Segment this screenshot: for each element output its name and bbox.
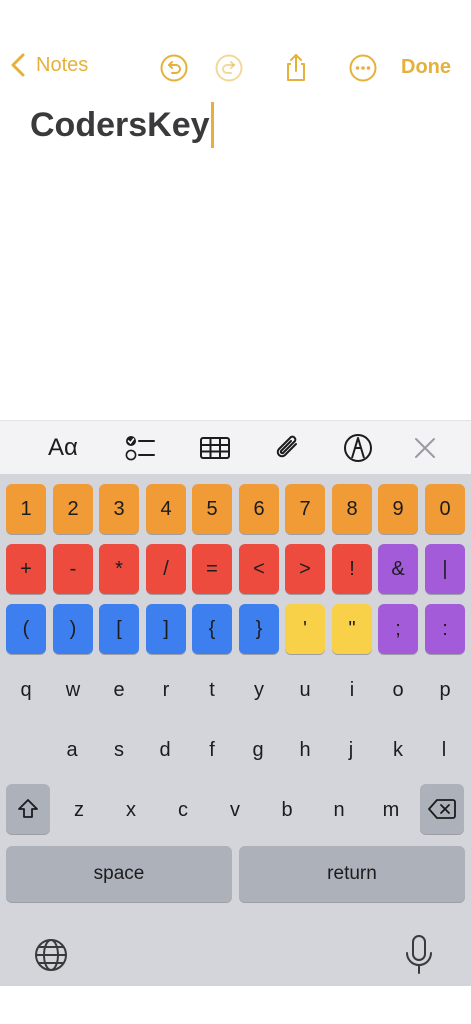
key-f[interactable]: f xyxy=(192,725,232,775)
key-2[interactable]: 2 xyxy=(53,484,93,534)
key-7[interactable]: 7 xyxy=(285,484,325,534)
key-l[interactable]: l xyxy=(424,725,464,775)
key-pipe[interactable]: | xyxy=(425,544,465,594)
key-double-quote[interactable]: " xyxy=(332,604,372,654)
key-b[interactable]: b xyxy=(267,785,307,835)
table-icon[interactable] xyxy=(199,431,231,465)
key-colon[interactable]: : xyxy=(425,604,465,654)
key-close-brace[interactable]: } xyxy=(239,604,279,654)
globe-icon[interactable] xyxy=(32,936,70,974)
key-x[interactable]: x xyxy=(111,785,151,835)
key-6[interactable]: 6 xyxy=(239,484,279,534)
key-k[interactable]: k xyxy=(378,725,418,775)
key-t[interactable]: t xyxy=(192,665,232,715)
key-g[interactable]: g xyxy=(238,725,278,775)
key-minus[interactable]: - xyxy=(53,544,93,594)
key-open-bracket[interactable]: [ xyxy=(99,604,139,654)
paperclip-icon[interactable] xyxy=(272,431,304,465)
key-n[interactable]: n xyxy=(319,785,359,835)
key-v[interactable]: v xyxy=(215,785,255,835)
redo-icon xyxy=(215,54,243,82)
key-exclamation[interactable]: ! xyxy=(332,544,372,594)
key-p[interactable]: p xyxy=(425,665,465,715)
key-c[interactable]: c xyxy=(163,785,203,835)
key-9[interactable]: 9 xyxy=(378,484,418,534)
done-button[interactable]: Done xyxy=(401,56,451,79)
undo-icon[interactable] xyxy=(158,52,190,84)
key-ampersand[interactable]: & xyxy=(378,544,418,594)
key-4[interactable]: 4 xyxy=(146,484,186,534)
key-j[interactable]: j xyxy=(331,725,371,775)
close-icon[interactable] xyxy=(411,431,439,465)
home-indicator-area xyxy=(0,986,471,1024)
key-open-brace[interactable]: { xyxy=(192,604,232,654)
key-slash[interactable]: / xyxy=(146,544,186,594)
key-less-than[interactable]: < xyxy=(239,544,279,594)
shift-key[interactable] xyxy=(6,784,50,834)
return-key[interactable]: return xyxy=(239,846,465,902)
chevron-left-icon xyxy=(11,53,25,77)
key-8[interactable]: 8 xyxy=(332,484,372,534)
keyboard: 1 2 3 4 5 6 7 8 9 0 + - * / = < > ! & | … xyxy=(0,474,471,986)
microphone-icon[interactable] xyxy=(402,934,436,976)
markup-pen-icon[interactable] xyxy=(342,431,374,465)
space-key[interactable]: space xyxy=(6,846,232,902)
note-text: CodersKey xyxy=(30,105,210,144)
key-s[interactable]: s xyxy=(99,725,139,775)
key-z[interactable]: z xyxy=(59,785,99,835)
key-0[interactable]: 0 xyxy=(425,484,465,534)
key-plus[interactable]: + xyxy=(6,544,46,594)
key-d[interactable]: d xyxy=(145,725,185,775)
key-y[interactable]: y xyxy=(239,665,279,715)
navigation-bar: Notes Done xyxy=(0,40,471,96)
key-o[interactable]: o xyxy=(378,665,418,715)
key-m[interactable]: m xyxy=(371,785,411,835)
key-r[interactable]: r xyxy=(146,665,186,715)
more-icon[interactable] xyxy=(347,52,379,84)
shift-icon xyxy=(18,799,38,818)
key-equals[interactable]: = xyxy=(192,544,232,594)
key-single-quote[interactable]: ' xyxy=(285,604,325,654)
key-greater-than[interactable]: > xyxy=(285,544,325,594)
key-close-bracket[interactable]: ] xyxy=(146,604,186,654)
back-label: Notes xyxy=(36,53,89,76)
key-1[interactable]: 1 xyxy=(6,484,46,534)
share-icon[interactable] xyxy=(280,52,312,84)
delete-key[interactable] xyxy=(420,784,464,834)
text-caret xyxy=(210,102,214,148)
key-h[interactable]: h xyxy=(285,725,325,775)
key-close-paren[interactable]: ) xyxy=(53,604,93,654)
key-3[interactable]: 3 xyxy=(99,484,139,534)
note-body[interactable]: CodersKey xyxy=(30,102,214,148)
key-5[interactable]: 5 xyxy=(192,484,232,534)
back-button[interactable]: Notes xyxy=(8,52,88,78)
checklist-icon[interactable] xyxy=(124,431,156,465)
key-semicolon[interactable]: ; xyxy=(378,604,418,654)
key-i[interactable]: i xyxy=(332,665,372,715)
text-format-button[interactable]: Aα xyxy=(48,431,78,465)
key-q[interactable]: q xyxy=(6,665,46,715)
key-asterisk[interactable]: * xyxy=(99,544,139,594)
key-e[interactable]: e xyxy=(99,665,139,715)
delete-icon xyxy=(428,799,456,819)
format-toolbar: Aα xyxy=(0,420,471,475)
key-open-paren[interactable]: ( xyxy=(6,604,46,654)
key-u[interactable]: u xyxy=(285,665,325,715)
key-a[interactable]: a xyxy=(52,725,92,775)
key-w[interactable]: w xyxy=(53,665,93,715)
